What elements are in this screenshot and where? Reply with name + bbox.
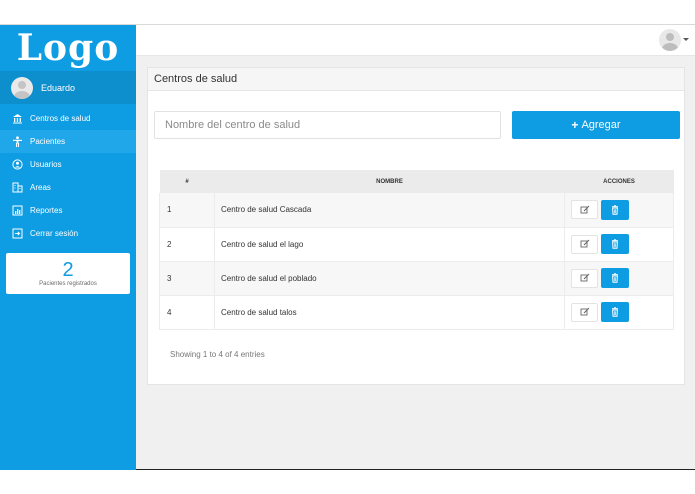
app-window: Logo Eduardo Centros de salud Pacientes: [0, 24, 695, 470]
patients-count-label: Pacientes registrados: [39, 281, 97, 287]
trash-icon: [612, 239, 618, 249]
edit-button[interactable]: [571, 234, 598, 254]
bank-icon: [12, 113, 23, 124]
person-icon: [12, 136, 23, 147]
row-name: Centro de salud el lago: [214, 227, 565, 262]
delete-button[interactable]: [601, 199, 629, 220]
column-header-number[interactable]: #: [159, 170, 215, 193]
page-title: Centros de salud: [148, 68, 684, 91]
sidebar-item-label: Areas: [30, 183, 51, 192]
row-actions: [564, 295, 674, 330]
centers-table: # NOMBRE ACCIONES 1 Centro de salud Casc…: [159, 170, 674, 330]
sidebar-item-label: Reportes: [30, 206, 63, 215]
delete-button[interactable]: [601, 268, 629, 288]
row-name: Centro de salud Cascada: [214, 193, 565, 228]
search-input[interactable]: [154, 111, 501, 139]
avatar: [11, 76, 33, 99]
logo-text: Logo: [16, 27, 120, 69]
trash-icon: [612, 307, 618, 317]
trash-icon: [612, 205, 618, 215]
column-header-actions: ACCIONES: [564, 170, 674, 193]
pagination-info: Showing 1 to 4 of 4 entries: [170, 350, 265, 359]
user-panel[interactable]: Eduardo: [0, 71, 136, 104]
sidebar-item-label: Cerrar sesión: [30, 229, 79, 238]
edit-icon: [580, 205, 589, 214]
profile-avatar[interactable]: [659, 29, 681, 51]
sidebar-item-label: Pacientes: [30, 137, 66, 146]
add-button[interactable]: + Agregar: [512, 111, 680, 139]
table-row: 1 Centro de salud Cascada: [159, 193, 674, 228]
row-actions: [564, 193, 674, 228]
edit-icon: [580, 307, 589, 316]
plus-icon: +: [571, 118, 579, 132]
row-actions: [564, 261, 674, 296]
add-button-label: Agregar: [581, 119, 621, 131]
patients-count: 2: [62, 259, 74, 281]
table-row: 4 Centro de salud talos: [159, 295, 674, 330]
edit-icon: [580, 273, 589, 282]
row-number: 4: [159, 295, 215, 330]
table-row: 2 Centro de salud el lago: [159, 227, 674, 262]
trash-icon: [612, 273, 618, 283]
row-number: 3: [159, 261, 215, 296]
row-name: Centro de salud talos: [214, 295, 565, 330]
table-header-row: # NOMBRE ACCIONES: [159, 170, 674, 193]
sidebar-item-usuarios[interactable]: Usuarios: [0, 153, 136, 176]
edit-button[interactable]: [571, 302, 598, 322]
top-bar: [136, 25, 695, 56]
chart-icon: [12, 205, 23, 216]
building-icon: [12, 182, 23, 193]
sidebar-item-label: Usuarios: [30, 160, 62, 169]
patients-stat-card: 2 Pacientes registrados: [6, 253, 130, 294]
sidebar: Logo Eduardo Centros de salud Pacientes: [0, 25, 136, 470]
sidebar-item-areas[interactable]: Areas: [0, 176, 136, 199]
delete-button[interactable]: [601, 302, 629, 322]
edit-icon: [580, 239, 589, 248]
edit-button[interactable]: [571, 200, 598, 220]
row-number: 2: [159, 227, 215, 262]
row-number: 1: [159, 193, 215, 228]
edit-button[interactable]: [571, 268, 598, 288]
chevron-down-icon[interactable]: [683, 38, 689, 41]
sidebar-item-cerrar-sesion[interactable]: Cerrar sesión: [0, 222, 136, 245]
sidebar-item-centros-de-salud[interactable]: Centros de salud: [0, 107, 136, 130]
logo[interactable]: Logo: [0, 25, 136, 71]
delete-button[interactable]: [601, 234, 629, 254]
logout-icon: [12, 228, 23, 239]
sidebar-item-reportes[interactable]: Reportes: [0, 199, 136, 222]
row-name: Centro de salud el poblado: [214, 261, 565, 296]
sidebar-nav: Centros de salud Pacientes Usuarios Area…: [0, 107, 136, 245]
sidebar-item-label: Centros de salud: [30, 114, 91, 123]
row-actions: [564, 227, 674, 262]
sidebar-item-pacientes[interactable]: Pacientes: [0, 130, 136, 153]
table-row: 3 Centro de salud el poblado: [159, 261, 674, 296]
user-name: Eduardo: [41, 82, 76, 93]
user-circle-icon: [12, 159, 23, 170]
column-header-name[interactable]: NOMBRE: [214, 170, 565, 193]
main-card: Centros de salud + Agregar # NOMBRE ACCI…: [147, 67, 685, 385]
